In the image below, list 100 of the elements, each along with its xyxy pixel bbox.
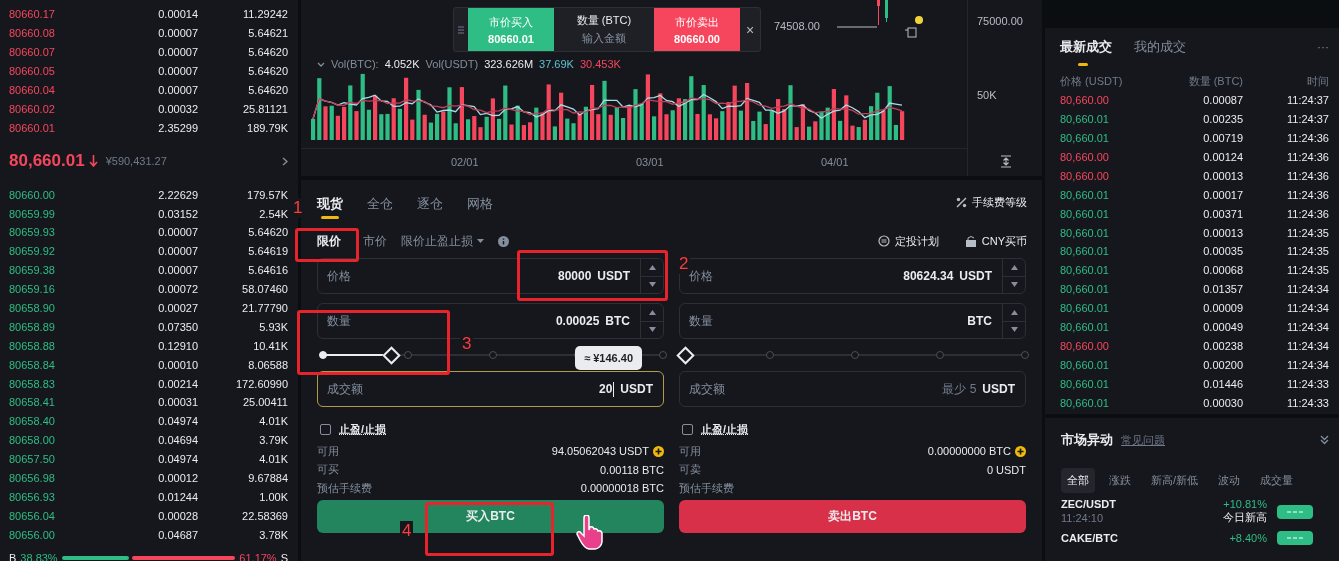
filter-chip[interactable]: 涨跌 — [1103, 467, 1137, 493]
order-amount: 0.00014 — [157, 8, 198, 21]
trade-tab[interactable]: 逐仓 — [417, 183, 443, 221]
info-label: 预估手续费 — [679, 480, 734, 496]
amount-field[interactable]: 数量 (BTC) 输入金额 — [554, 8, 654, 51]
annotation-number: 1 — [291, 198, 305, 218]
add-icon[interactable] — [653, 445, 664, 457]
order-price: 80658.41 — [9, 396, 56, 409]
close-button[interactable]: × — [740, 8, 760, 51]
trade-tab[interactable]: 现货 — [317, 183, 343, 221]
fiat-price: ¥590,431.27 — [105, 155, 167, 168]
trade-amount: 0.00017 — [1202, 188, 1243, 201]
order-amount: 0.03152 — [157, 207, 198, 220]
order-price: 80658.84 — [9, 358, 56, 371]
order-total: 8.06588 — [247, 358, 288, 371]
trade-tab[interactable]: 全仓 — [367, 183, 393, 221]
slider-tick[interactable] — [1021, 351, 1029, 359]
market-sell-button[interactable]: 市价卖出 80660.00 — [654, 8, 740, 51]
tp-sl-checkbox[interactable]: 止盈/止损 — [317, 416, 664, 442]
legend-value: 37.69K — [539, 58, 574, 70]
order-price: 80660.02 — [9, 102, 56, 115]
event-time: 11:24:10 — [1061, 511, 1104, 524]
info-label: 预估手续费 — [317, 480, 372, 496]
chevron-right-icon[interactable] — [282, 156, 288, 166]
slider-tick[interactable] — [404, 351, 412, 359]
stepper-field[interactable]: 价格 80000 USDT — [317, 258, 664, 294]
section-title: 市场异动 — [1061, 431, 1113, 449]
trade-amount: 0.00030 — [1202, 396, 1243, 409]
order-type-tab[interactable]: 限价止盈止损 — [401, 232, 484, 250]
info-label: 可用 — [679, 443, 701, 459]
slider-tick[interactable] — [489, 351, 497, 359]
help-link[interactable]: 常见问题 — [1121, 432, 1165, 448]
trade-amount: 0.00049 — [1202, 321, 1243, 333]
hand-cursor-icon — [576, 515, 606, 551]
sell-button[interactable]: 卖出BTC — [679, 499, 1026, 533]
buy-crypto-link[interactable]: CNY买币 — [964, 233, 1027, 249]
stepper-field[interactable]: 数量 BTC — [679, 303, 1026, 339]
trade-time: 11:24:34 — [1286, 283, 1329, 296]
percent-icon — [956, 196, 967, 208]
order-amount: 0.00007 — [157, 264, 198, 277]
amount-slider[interactable] — [679, 346, 1031, 364]
order-price: 80660.07 — [9, 46, 56, 59]
fee-level-link[interactable]: 手续费等级 — [956, 194, 1027, 210]
order-total: 4.01K — [258, 415, 288, 428]
order-total: 5.64620 — [247, 84, 288, 96]
input-field[interactable]: 成交额 最少 5 USDT — [679, 371, 1026, 407]
order-total: 5.64621 — [247, 27, 288, 40]
fit-icon[interactable] — [1000, 155, 1012, 168]
double-chevron-down-icon[interactable] — [1320, 435, 1329, 445]
column-header: 时间 — [1306, 73, 1329, 89]
trades-tab[interactable]: 我的成交 — [1134, 30, 1186, 64]
filter-chip[interactable]: 波动 — [1212, 467, 1247, 493]
trade-time: 11:24:35 — [1286, 245, 1329, 258]
order-total: 25.00411 — [241, 396, 288, 409]
tp-sl-checkbox[interactable]: 止盈/止损 — [679, 416, 1026, 442]
order-total: 5.64616 — [247, 264, 288, 277]
trade-price: 80,660.00 — [1060, 151, 1110, 163]
info-value: 94.05062043 USDT — [551, 445, 649, 458]
order-type-tab[interactable]: 市价 — [363, 232, 387, 250]
slider-tick[interactable] — [851, 351, 859, 359]
plan-link[interactable]: 定投计划 — [877, 233, 939, 249]
order-price: 80656.04 — [9, 509, 56, 522]
filter-chip[interactable]: 成交量 — [1254, 467, 1300, 493]
input-field[interactable]: 成交额 20 USDT — [317, 371, 664, 407]
pair-name: CAKE/BTC — [1061, 531, 1119, 544]
signal-badge-icon — [1277, 504, 1313, 519]
event-note: 今日新高 — [1223, 510, 1267, 525]
trade-time: 11:24:35 — [1286, 264, 1329, 277]
pair-name: ZEC/USDT — [1061, 498, 1117, 510]
column-header: 数量 (BTC) — [1187, 73, 1243, 89]
order-amount: 0.00032 — [157, 102, 198, 115]
trade-time: 11:24:36 — [1286, 132, 1329, 145]
info-value: 0.00118 BTC — [600, 463, 664, 476]
slider-tick[interactable] — [936, 351, 944, 359]
coin-icon — [877, 235, 890, 247]
info-value: 0 USDT — [986, 463, 1026, 476]
more-button[interactable]: ··· — [1317, 40, 1329, 54]
trade-time: 11:24:34 — [1286, 358, 1329, 371]
add-icon[interactable] — [1015, 445, 1026, 457]
order-type-tab[interactable]: 限价 — [317, 232, 341, 250]
tooltip: ≈ ¥146.40 — [575, 346, 642, 370]
filter-chip[interactable]: 新高/新低 — [1145, 467, 1205, 493]
annotation-box — [295, 228, 359, 262]
trade-amount: 0.00719 — [1202, 132, 1243, 145]
slider-tick[interactable] — [659, 351, 667, 359]
chevron-down-icon[interactable] — [317, 61, 325, 67]
trades-tab[interactable]: 最新成交 — [1060, 30, 1112, 64]
order-amount: 0.00007 — [157, 226, 198, 239]
order-price: 80656.00 — [9, 528, 56, 541]
order-price: 80659.99 — [9, 207, 56, 220]
trade-tab[interactable]: 网格 — [467, 183, 493, 221]
trade-price: 80,660.01 — [1060, 245, 1110, 258]
slider-tick[interactable] — [766, 351, 774, 359]
info-icon[interactable] — [498, 235, 509, 247]
trade-amount: 0.00068 — [1202, 264, 1243, 277]
filter-chip[interactable]: 全部 — [1061, 467, 1095, 493]
leader-line — [837, 26, 877, 28]
indicator-icon[interactable] — [905, 15, 925, 41]
order-price: 80658.90 — [9, 302, 56, 314]
trade-price: 80,660.01 — [1060, 283, 1110, 296]
